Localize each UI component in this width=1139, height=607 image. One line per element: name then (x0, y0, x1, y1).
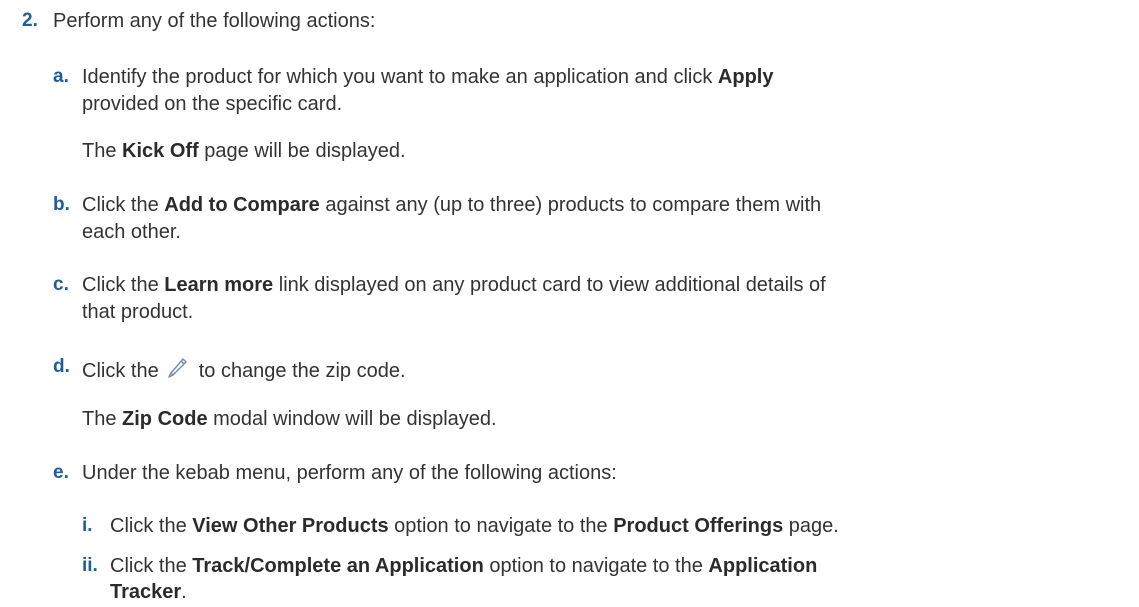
substep-marker-a: a. (53, 66, 69, 87)
bold-term: Kick Off (122, 140, 199, 162)
step-number: 2. (22, 10, 38, 31)
text-run: Click the (82, 274, 165, 296)
substep-marker-d: d. (53, 356, 70, 377)
subsubstep-ii-line-2: Tracker. (110, 579, 187, 605)
substep-b-line-2: each other. (82, 219, 181, 245)
substep-d-text-after: to change the zip code. (198, 360, 406, 382)
text-run: option to navigate to the (483, 555, 709, 577)
bold-term: View Other Products (192, 515, 389, 537)
step-text: Perform any of the following actions: (53, 10, 376, 32)
substep-c-line-1: Click the Learn more link displayed on a… (82, 272, 826, 298)
bold-term: Add to Compare (164, 194, 320, 216)
subsubstep-marker-ii: ii. (82, 555, 98, 576)
text-run: link displayed on any product card to vi… (273, 274, 826, 296)
bold-term: Track/Complete an Application (192, 555, 484, 577)
substep-d-result: The Zip Code modal window will be displa… (82, 406, 497, 432)
pencil-edit-icon (165, 354, 191, 380)
text-run: page will be displayed. (198, 140, 406, 162)
text-run: Click the (110, 515, 193, 537)
bold-term: Learn more (164, 274, 274, 296)
substep-b-line-1: Click the Add to Compare against any (up… (82, 192, 821, 218)
subsubstep-marker-i: i. (82, 515, 93, 536)
bold-term: Application (708, 555, 818, 577)
substep-c-line-2: that product. (82, 299, 193, 325)
text-run: Identify the product for which you want … (82, 66, 718, 88)
text-run: modal window will be displayed. (207, 408, 497, 430)
text-run: that product. (82, 301, 194, 323)
substep-marker-b: b. (53, 194, 70, 215)
substep-d-line: Click the to change the zip code. (82, 354, 406, 384)
text-run: option to navigate to the (388, 515, 614, 537)
substep-marker-e: e. (53, 462, 69, 483)
substep-a-line-2: provided on the specific card. (82, 91, 342, 117)
substep-marker-c: c. (53, 274, 69, 295)
text-run: against any (up to three) products to co… (319, 194, 822, 216)
text-run: Click the (82, 194, 165, 216)
text-run: provided on the specific card. (82, 93, 343, 115)
subsubstep-i-line: Click the View Other Products option to … (110, 513, 839, 539)
substep-e-line: Under the kebab menu, perform any of the… (82, 460, 617, 486)
text-run: The (82, 140, 123, 162)
substep-d-text-before: Click the (82, 360, 159, 382)
text-run: The (82, 408, 123, 430)
bold-term: Zip Code (122, 408, 208, 430)
text-run: Click the (110, 555, 193, 577)
substep-a-line-1: Identify the product for which you want … (82, 64, 773, 90)
text-run: each other. (82, 221, 181, 243)
text-run: . (181, 581, 187, 603)
subsubstep-ii-line-1: Click the Track/Complete an Application … (110, 553, 817, 579)
substep-a-result: The Kick Off page will be displayed. (82, 138, 406, 164)
text-run: page. (783, 515, 839, 537)
bold-term: Apply (717, 66, 774, 88)
bold-term: Product Offerings (613, 515, 784, 537)
text-run: Under the kebab menu, perform any of the… (82, 462, 617, 484)
bold-term: Tracker (110, 581, 182, 603)
